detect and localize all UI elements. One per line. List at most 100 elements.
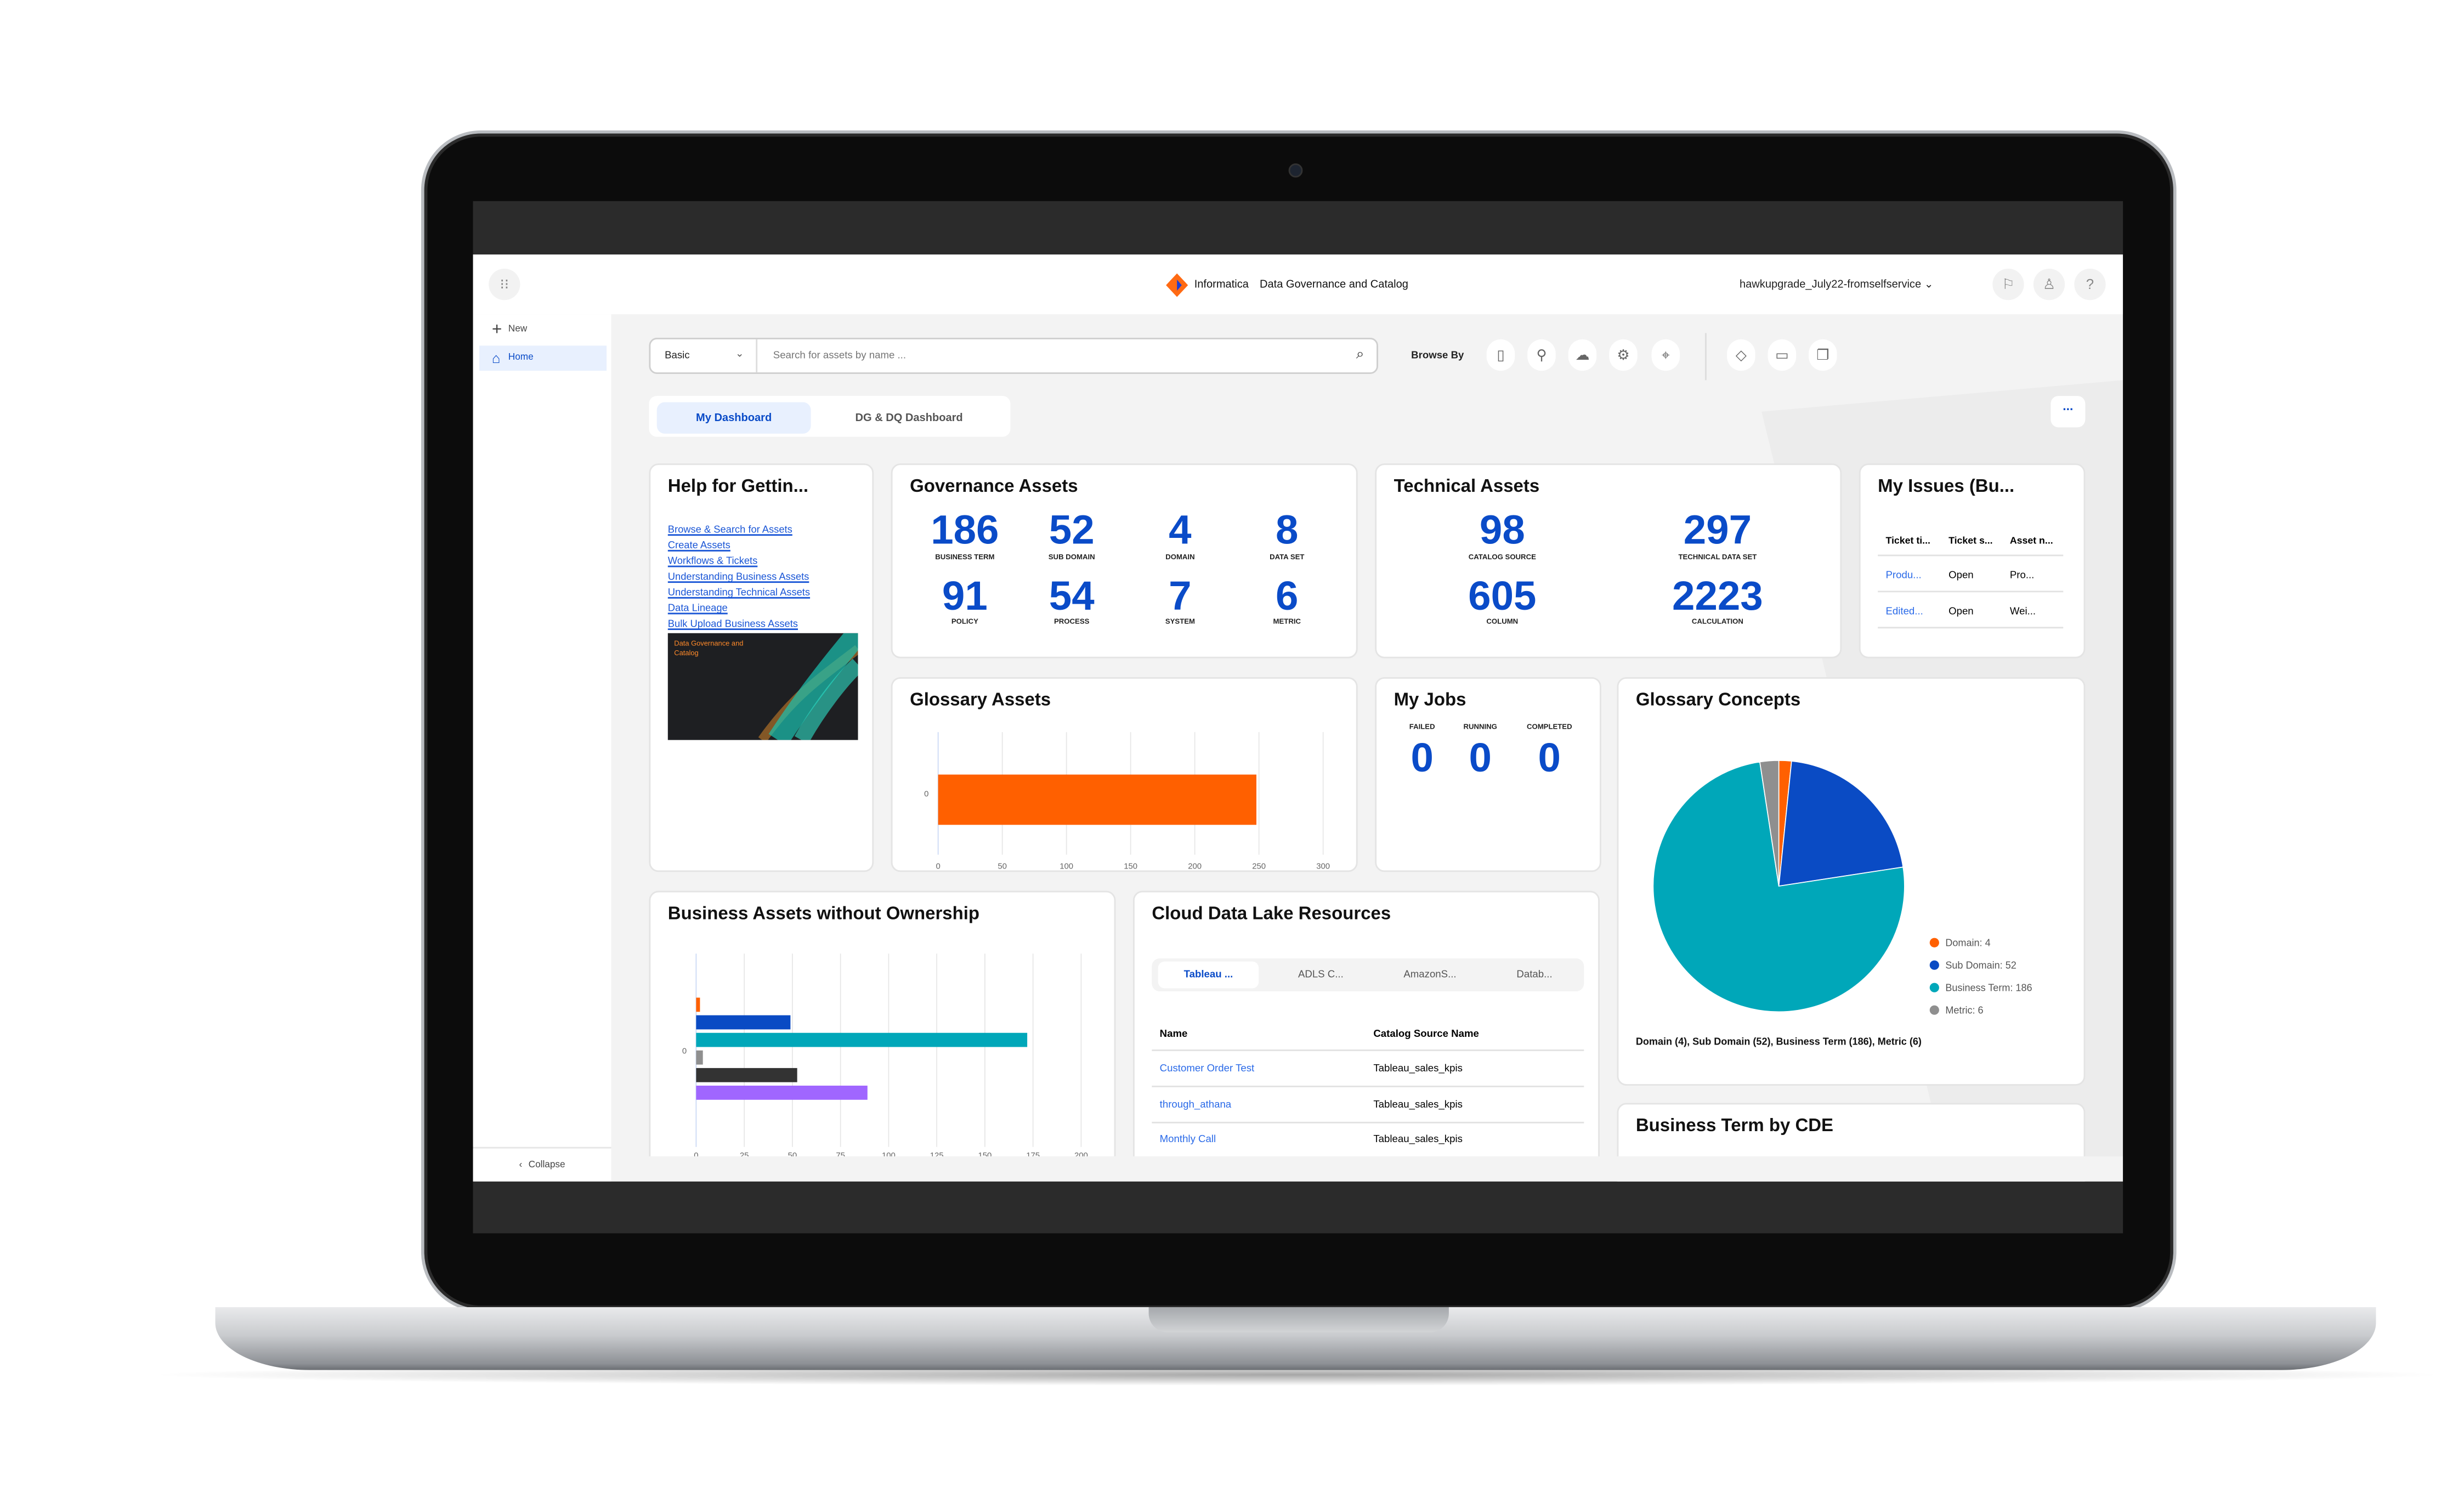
- column-header[interactable]: Asset n...: [2010, 536, 2053, 547]
- divider: [1704, 333, 1707, 381]
- job-label: RUNNING: [1463, 723, 1497, 731]
- flag-icon[interactable]: ⚐: [1992, 268, 2024, 300]
- collapse-button[interactable]: ‹ Collapse: [473, 1147, 611, 1182]
- divider: [1152, 1049, 1584, 1051]
- tab-databricks[interactable]: Datab...: [1491, 962, 1578, 989]
- stat-label: BUSINESS TERM: [935, 553, 995, 561]
- search-input[interactable]: [760, 340, 1343, 371]
- stat-label: DOMAIN: [1165, 553, 1195, 561]
- help-link[interactable]: Browse & Search for Assets: [668, 523, 810, 539]
- catalog-source: Tableau_sales_kpis: [1373, 1099, 1463, 1111]
- dashboard-tabs: My Dashboard DG & DQ Dashboard: [649, 396, 1011, 437]
- stat-value[interactable]: 297: [1684, 509, 1752, 550]
- user-menu[interactable]: hawkupgrade_July22-fromselfservice ⌄: [1740, 278, 1934, 291]
- column-header[interactable]: Ticket ti...: [1885, 536, 1930, 547]
- catalog-source: Tableau_sales_kpis: [1373, 1063, 1463, 1075]
- help-card: Help for Gettin... Browse & Search for A…: [649, 463, 874, 872]
- stat-value[interactable]: 605: [1468, 575, 1536, 616]
- help-video-thumbnail[interactable]: Data Governance and Catalog: [667, 633, 858, 740]
- job-count[interactable]: 0: [1411, 737, 1433, 778]
- resource-link[interactable]: through_athana: [1160, 1100, 1232, 1111]
- glossary-assets-chart: 0 50 100 150 200 250 300 0: [924, 732, 1330, 871]
- stat-label: METRIC: [1273, 617, 1301, 626]
- x-tick-label: 100: [1060, 862, 1073, 871]
- bar: [696, 1032, 1028, 1047]
- tab-dg-dq-dashboard[interactable]: DG & DQ Dashboard: [819, 402, 1000, 434]
- stat-label: DATA SET: [1270, 553, 1305, 561]
- stat-value[interactable]: 6: [1276, 575, 1298, 616]
- sidebar: + New ⌂ Home ‹ Collapse: [473, 314, 611, 1182]
- search-icon[interactable]: ⌕: [1356, 345, 1364, 363]
- screen: ⁝⁝ Informatica Data Governance and Catal…: [473, 201, 2123, 1234]
- new-button[interactable]: + New: [492, 321, 527, 339]
- ticket-link[interactable]: Produ...: [1885, 570, 1921, 581]
- bar: [696, 997, 700, 1012]
- help-link[interactable]: Data Lineage: [668, 601, 810, 617]
- governance-assets-card: Governance Assets 186 BUSINESS TERM 52 SUB…: [891, 463, 1358, 659]
- x-tick-label: 0: [936, 862, 940, 871]
- tab-tableau[interactable]: Tableau ...: [1158, 961, 1259, 989]
- stat-value[interactable]: 7: [1169, 575, 1191, 616]
- stat-label: SYSTEM: [1165, 617, 1195, 626]
- help-link[interactable]: Understanding Business Assets: [668, 570, 810, 586]
- stat-value[interactable]: 98: [1480, 509, 1525, 550]
- collapse-label: Collapse: [528, 1160, 565, 1170]
- help-link[interactable]: Bulk Upload Business Assets: [668, 617, 810, 633]
- resource-link[interactable]: Customer Order Test: [1160, 1064, 1255, 1075]
- sidebar-item-home[interactable]: ⌂ Home: [479, 345, 607, 371]
- gears-icon[interactable]: ⚙: [1609, 339, 1638, 371]
- tab-amazon-s3[interactable]: AmazonS...: [1384, 962, 1475, 989]
- cloud-icon[interactable]: ☁: [1568, 339, 1597, 371]
- bar: [696, 1068, 797, 1082]
- stat-value[interactable]: 4: [1169, 509, 1191, 550]
- inbox-icon[interactable]: ▭: [1768, 339, 1797, 371]
- ticket-link[interactable]: Edited...: [1885, 606, 1923, 617]
- ownership-card: Business Assets without Ownership 0 25 50 7…: [649, 890, 1116, 1174]
- bar: [696, 1085, 868, 1100]
- column-header[interactable]: Catalog Source Name: [1373, 1029, 1479, 1040]
- y-tick-label: 0: [682, 1047, 687, 1055]
- card-title: My Issues (Bu...: [1878, 478, 2015, 497]
- stat-value[interactable]: 186: [931, 509, 999, 550]
- pie-slice-sub-domain: [1778, 760, 1904, 887]
- column-header[interactable]: Name: [1160, 1029, 1188, 1040]
- copy-icon[interactable]: ❐: [1809, 339, 1837, 371]
- job-count[interactable]: 0: [1469, 737, 1491, 778]
- tab-my-dashboard[interactable]: My Dashboard: [656, 402, 811, 434]
- scan-icon[interactable]: ⌖: [1651, 339, 1680, 371]
- help-link[interactable]: Understanding Technical Assets: [668, 586, 810, 602]
- resource-link[interactable]: Monthly Call: [1160, 1134, 1216, 1145]
- more-options-button[interactable]: ...: [2050, 396, 2086, 428]
- search-mode-select[interactable]: Basic ⌄: [650, 339, 758, 373]
- stat-value[interactable]: 91: [942, 575, 988, 616]
- tab-adls[interactable]: ADLS C...: [1278, 962, 1364, 989]
- stat-value[interactable]: 8: [1276, 509, 1298, 550]
- thumbnail-caption: Data Governance and Catalog: [674, 639, 744, 657]
- y-tick-label: 0: [924, 790, 928, 799]
- stat-label: CALCULATION: [1691, 617, 1743, 626]
- column-header[interactable]: Ticket s...: [1948, 536, 1992, 547]
- book-icon[interactable]: ▯: [1486, 339, 1515, 371]
- glossary-assets-card: Glossary Assets 0 50 100 150 200 250 300 0: [891, 677, 1358, 872]
- stat-value[interactable]: 54: [1049, 575, 1095, 616]
- help-icon[interactable]: ?: [2074, 268, 2106, 300]
- card-title: Cloud Data Lake Resources: [1152, 905, 1391, 924]
- help-link[interactable]: Create Assets: [668, 539, 810, 555]
- search-bar: Basic ⌄ ⌕: [649, 338, 1378, 374]
- new-label: New: [508, 325, 528, 335]
- stat-value[interactable]: 2223: [1672, 575, 1763, 616]
- divider: [1878, 554, 2064, 557]
- stat-label: CATALOG SOURCE: [1468, 553, 1536, 561]
- tag-icon[interactable]: ◇: [1727, 339, 1755, 371]
- job-count[interactable]: 0: [1538, 737, 1561, 778]
- card-title: Technical Assets: [1394, 478, 1540, 497]
- help-link[interactable]: Workflows & Tickets: [668, 554, 810, 570]
- top-bar: ⁝⁝ Informatica Data Governance and Catal…: [473, 254, 2123, 315]
- job-label: FAILED: [1409, 723, 1435, 731]
- user-icon[interactable]: ♙: [2033, 268, 2065, 300]
- camera-icon: [1288, 163, 1303, 178]
- stat-value[interactable]: 52: [1049, 509, 1095, 550]
- grid-icon[interactable]: ⁝⁝: [489, 268, 520, 300]
- award-icon[interactable]: ⚲: [1527, 339, 1556, 371]
- home-label: Home: [508, 353, 534, 363]
